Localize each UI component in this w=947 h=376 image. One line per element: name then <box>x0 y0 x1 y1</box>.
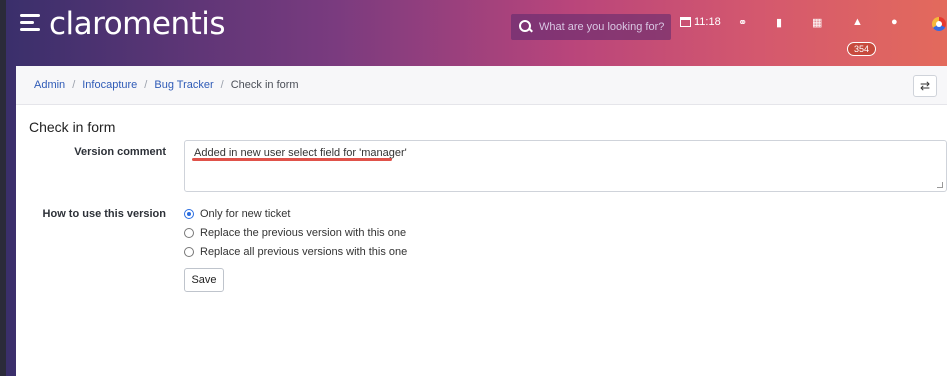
radio-label: Replace all previous versions with this … <box>200 246 408 258</box>
shuffle-button[interactable]: ⇄ <box>913 75 937 97</box>
how-to-use-label: How to use this version <box>42 208 166 220</box>
notification-badge: 354 <box>847 42 877 56</box>
version-comment-field[interactable]: Added in new user select field for 'mana… <box>184 140 947 192</box>
breadcrumb-current: Check in form <box>230 79 299 91</box>
radio-button[interactable] <box>184 228 194 238</box>
notification-bell-icon[interactable]: ▲ <box>852 16 863 28</box>
bookmark-icon[interactable]: ▮ <box>776 16 782 29</box>
app-frame: claromentis What are you looking for? 11… <box>6 0 947 376</box>
breadcrumb: Admin / Infocapture / Bug Tracker / Chec… <box>16 66 947 105</box>
breadcrumb-separator: / <box>72 79 76 91</box>
app-logo[interactable]: claromentis <box>49 6 226 42</box>
search-icon <box>519 20 533 34</box>
time-label: 11:18 <box>694 16 721 28</box>
people-icon[interactable]: ● <box>891 16 898 28</box>
calendar-time-item[interactable]: 11:18 <box>680 16 721 28</box>
breadcrumb-separator: / <box>220 79 224 91</box>
shuffle-icon: ⇄ <box>919 79 931 93</box>
save-button[interactable]: Save <box>184 268 224 292</box>
search-bar[interactable]: What are you looking for? <box>511 14 671 40</box>
search-placeholder: What are you looking for? <box>539 21 665 33</box>
radio-label: Only for new ticket <box>200 208 291 220</box>
apps-grid-icon[interactable]: ▦ <box>812 16 822 29</box>
breadcrumb-infocapture[interactable]: Infocapture <box>82 79 137 91</box>
calendar-icon <box>680 17 691 27</box>
radio-option-new-ticket[interactable]: Only for new ticket <box>184 208 290 220</box>
radio-button[interactable] <box>184 247 194 257</box>
resize-handle[interactable] <box>937 182 943 188</box>
radio-option-replace-all[interactable]: Replace all previous versions with this … <box>184 246 407 258</box>
main-panel: Admin / Infocapture / Bug Tracker / Chec… <box>16 66 947 376</box>
top-navbar: claromentis What are you looking for? 11… <box>6 0 947 56</box>
breadcrumb-admin[interactable]: Admin <box>34 79 65 91</box>
highlight-underline <box>192 158 392 161</box>
breadcrumb-separator: / <box>144 79 148 91</box>
breadcrumb-bug-tracker[interactable]: Bug Tracker <box>154 79 213 91</box>
radio-option-replace-previous[interactable]: Replace the previous version with this o… <box>184 227 406 239</box>
radio-button[interactable] <box>184 209 194 219</box>
page-title: Check in form <box>29 119 116 135</box>
version-comment-label: Version comment <box>74 146 166 158</box>
radio-label: Replace the previous version with this o… <box>200 227 407 239</box>
user-avatar[interactable] <box>932 17 946 31</box>
menu-icon[interactable] <box>20 14 40 32</box>
link-icon[interactable]: ⚭ <box>738 16 747 29</box>
